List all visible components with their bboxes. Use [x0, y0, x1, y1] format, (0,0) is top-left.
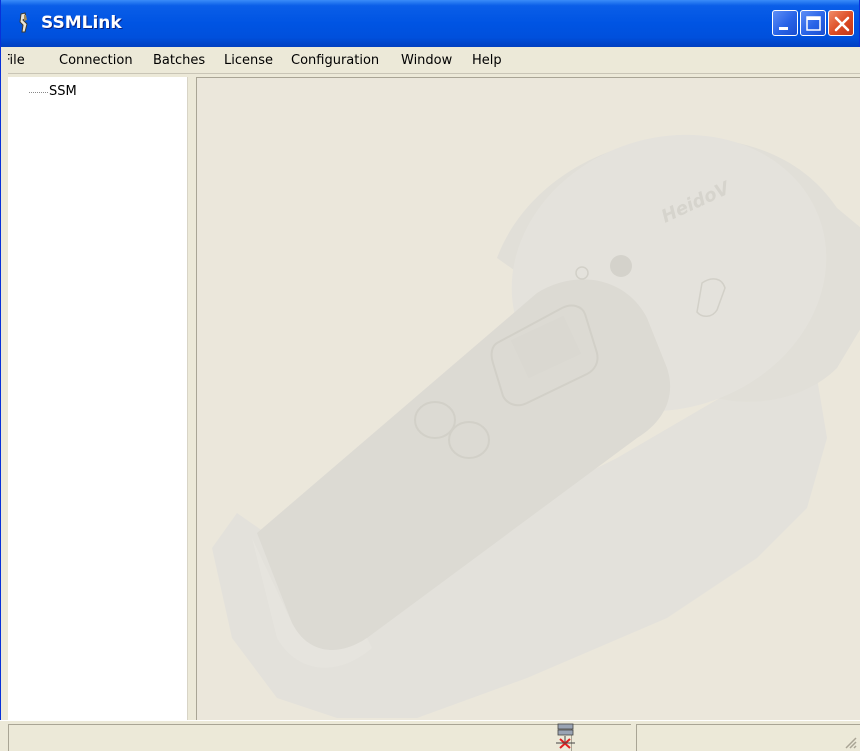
tree-item-ssm[interactable]: SSM	[49, 84, 77, 100]
panel-splitter[interactable]	[188, 77, 196, 720]
maximize-icon	[806, 16, 821, 31]
status-bar	[0, 720, 860, 751]
menu-bar: File Connection Batches License Configur…	[0, 47, 860, 74]
menu-batches[interactable]: Batches	[153, 52, 205, 70]
tree-panel[interactable]: SSM	[8, 77, 188, 720]
status-pane-main	[8, 724, 568, 751]
main-workspace[interactable]: HeidoV	[196, 77, 860, 720]
menu-help[interactable]: Help	[472, 52, 502, 70]
menu-connection[interactable]: Connection	[59, 52, 133, 70]
menu-configuration[interactable]: Configuration	[291, 52, 379, 70]
app-icon	[19, 12, 28, 33]
window-frame-left	[0, 47, 8, 751]
window-border	[0, 47, 1, 751]
minimize-icon	[779, 27, 788, 30]
resize-grip-icon[interactable]	[840, 732, 858, 750]
maximize-button[interactable]	[800, 10, 826, 36]
title-bar[interactable]: SSMLink	[0, 0, 860, 47]
device-knob	[610, 255, 632, 277]
tree-connector-line	[29, 92, 48, 93]
menu-license[interactable]: License	[224, 52, 273, 70]
handheld-device-watermark: HeidoV	[212, 134, 860, 718]
close-button[interactable]	[828, 10, 854, 36]
status-pane-connection	[571, 724, 631, 751]
network-disconnected-icon[interactable]	[553, 722, 579, 751]
window-title: SSMLink	[41, 13, 122, 33]
status-pane-info	[636, 724, 860, 751]
menu-window[interactable]: Window	[401, 52, 452, 70]
minimize-button[interactable]	[772, 10, 798, 36]
close-icon	[834, 16, 850, 32]
